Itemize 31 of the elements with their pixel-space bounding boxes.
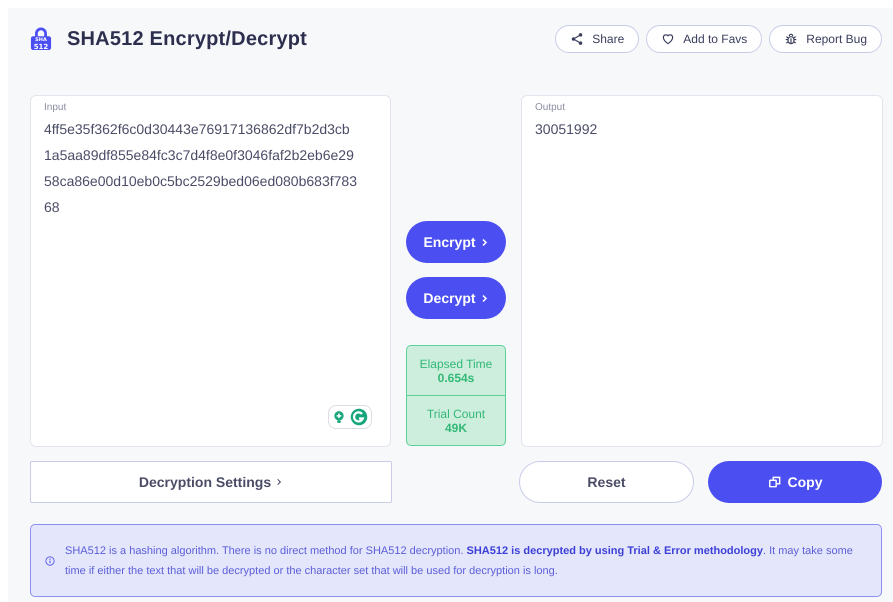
chevron-icon: [275, 478, 284, 486]
share-button[interactable]: Share: [555, 25, 640, 53]
bulb-icon: [332, 409, 346, 425]
output-field[interactable]: Output 30051992: [521, 95, 883, 447]
encrypt-button[interactable]: Encrypt: [406, 221, 506, 263]
field-value: 30051992: [535, 120, 598, 139]
input-field[interactable]: Input 4ff5e35f362f6c0d30443e76917136862df7b2d3cb1a5aa89df855e84fc3c7d4f8e0f3046faf2b2eb6e2958ca86e00d10eb0c5bc2529bed06ed080b683f78368: [30, 95, 391, 447]
field-label: Output: [535, 102, 566, 113]
stat-label: Trial Count: [426, 406, 486, 420]
add-to-favs-button[interactable]: Add to Favs: [646, 25, 762, 53]
lock-icon: [30, 25, 52, 53]
share-icon: [570, 32, 584, 46]
grammarly-icon: [350, 408, 368, 426]
reset-button[interactable]: Reset: [519, 461, 694, 503]
field-value: 4ff5e35f362f6c0d30443e76917136862df7b2d3cb1a5aa89df855e84fc3c7d4f8e0f3046faf2b2eb6e2958ca86e00d10eb0c5bc2529bed06ed080b683f78368: [44, 120, 357, 217]
heart-icon: [661, 32, 676, 46]
decryption-settings-button[interactable]: Decryption Settings: [30, 461, 392, 503]
copy-button[interactable]: Copy: [708, 461, 882, 503]
stat-value: 0.654s: [438, 370, 474, 384]
bug-icon: [784, 32, 798, 46]
stat-value: 49K: [444, 420, 467, 434]
info-text: SHA512 is a hashing algorithm. There is no direct method for SHA512 decryption. SHA512 is decrypted by using Trial & Error methodology. It may take some time if either the text that will be decrypted or the character set that will be used for decryption is long.: [65, 544, 854, 578]
copy-icon: [768, 475, 782, 489]
grammarly-widget[interactable]: [328, 405, 372, 429]
report-bug-button[interactable]: Report Bug: [769, 25, 882, 53]
chevron-icon: [480, 238, 489, 246]
decrypt-button[interactable]: Decrypt: [406, 277, 506, 319]
field-label: Input: [44, 102, 68, 113]
page-title: SHA512 Encrypt/Decrypt: [67, 28, 308, 50]
chevron-icon: [480, 294, 489, 302]
stat-label: Elapsed Time: [420, 356, 492, 370]
